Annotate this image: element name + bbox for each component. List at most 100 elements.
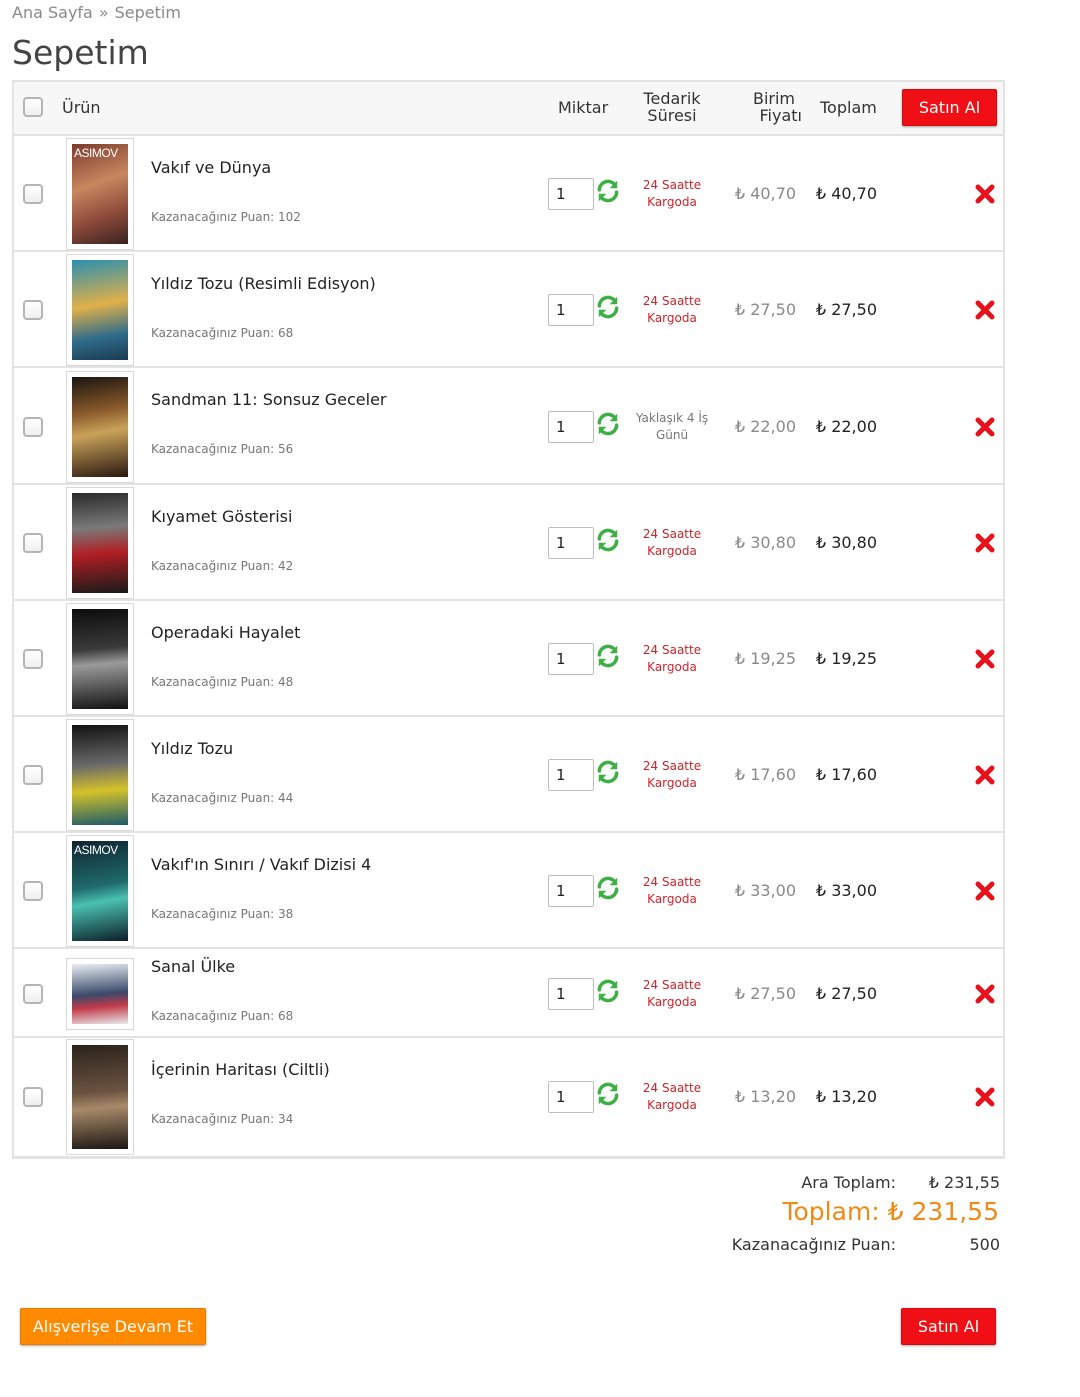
buy-button-bottom[interactable]: Satın Al <box>901 1308 996 1345</box>
book-cover-image[interactable] <box>66 371 134 483</box>
item-checkbox[interactable] <box>23 984 43 1004</box>
delete-x-icon[interactable] <box>974 299 996 321</box>
refresh-icon[interactable] <box>595 294 621 320</box>
item-points: Kazanacağınız Puan: 68 <box>151 326 294 340</box>
shipping-time: 24 Saatte Kargoda <box>628 1080 716 1114</box>
delete-x-icon[interactable] <box>974 648 996 670</box>
book-cover-image[interactable]: ASIMOV <box>66 138 134 250</box>
item-checkbox[interactable] <box>23 881 43 901</box>
item-points: Kazanacağınız Puan: 68 <box>151 1009 294 1023</box>
line-total: ₺ 27,50 <box>815 300 877 319</box>
book-cover-image[interactable] <box>66 1039 134 1155</box>
quantity-input[interactable] <box>548 875 594 907</box>
quantity-input[interactable] <box>548 978 594 1010</box>
subtotal-label: Ara Toplam: <box>801 1173 896 1192</box>
item-name-link[interactable]: Sandman 11: Sonsuz Geceler <box>151 390 387 409</box>
continue-shopping-button[interactable]: Alışverişe Devam Et <box>20 1308 206 1345</box>
book-cover-image[interactable] <box>66 719 134 831</box>
unit-price: ₺ 30,80 <box>734 533 796 552</box>
quantity-input[interactable] <box>548 1081 594 1113</box>
book-cover-image[interactable] <box>66 254 134 366</box>
item-points: Kazanacağınız Puan: 34 <box>151 1112 294 1126</box>
item-points: Kazanacağınız Puan: 44 <box>151 791 294 805</box>
shipping-line1: 24 Saatte <box>642 875 702 889</box>
refresh-icon[interactable] <box>595 527 621 553</box>
quantity-input[interactable] <box>548 411 594 443</box>
shipping-line1: 24 Saatte <box>642 1081 702 1095</box>
refresh-icon[interactable] <box>595 759 621 785</box>
item-name-link[interactable]: Kıyamet Gösterisi <box>151 507 292 526</box>
shipping-line1: 24 Saatte <box>642 978 702 992</box>
item-checkbox[interactable] <box>23 1087 43 1107</box>
book-cover-image[interactable] <box>66 603 134 715</box>
item-checkbox[interactable] <box>23 649 43 669</box>
line-total: ₺ 19,25 <box>815 649 877 668</box>
refresh-icon[interactable] <box>595 978 621 1004</box>
table-row: Kıyamet Gösterisi Kazanacağınız Puan: 42… <box>14 485 1003 601</box>
page-title: Sepetim <box>12 33 149 72</box>
refresh-icon[interactable] <box>595 1081 621 1107</box>
buy-button-top[interactable]: Satın Al <box>902 89 997 126</box>
shipping-time: 24 Saatte Kargoda <box>628 758 716 792</box>
item-name-link[interactable]: Operadaki Hayalet <box>151 623 300 642</box>
item-points: Kazanacağınız Puan: 48 <box>151 675 294 689</box>
quantity-input[interactable] <box>548 759 594 791</box>
cart-table: Ürün Miktar Tedarik Süresi Birim Fiyatı … <box>12 80 1005 1159</box>
delete-x-icon[interactable] <box>974 1086 996 1108</box>
book-cover-art <box>72 377 128 477</box>
select-all-checkbox[interactable] <box>23 97 43 117</box>
delete-x-icon[interactable] <box>974 532 996 554</box>
refresh-icon[interactable] <box>595 178 621 204</box>
unit-price: ₺ 27,50 <box>734 984 796 1003</box>
item-name-link[interactable]: İçerinin Haritası (Ciltli) <box>151 1060 330 1079</box>
table-row: Yıldız Tozu (Resimli Edisyon) Kazanacağı… <box>14 252 1003 368</box>
refresh-icon[interactable] <box>595 411 621 437</box>
shipping-line1: Yaklaşık 4 İş <box>635 411 709 425</box>
unit-price: ₺ 27,50 <box>734 300 796 319</box>
line-total: ₺ 40,70 <box>815 184 877 203</box>
book-cover-art <box>72 725 128 825</box>
header-total: Toplam <box>820 98 877 117</box>
delete-x-icon[interactable] <box>974 764 996 786</box>
header-supply-time: Tedarik Süresi <box>634 90 710 124</box>
quantity-input[interactable] <box>548 178 594 210</box>
breadcrumb-current: Sepetim <box>114 3 181 22</box>
item-points: Kazanacağınız Puan: 56 <box>151 442 294 456</box>
shipping-line2: Günü <box>655 428 689 442</box>
item-name-link[interactable]: Yıldız Tozu (Resimli Edisyon) <box>151 274 376 293</box>
shipping-line2: Kargoda <box>647 195 697 209</box>
item-checkbox[interactable] <box>23 417 43 437</box>
shipping-time: 24 Saatte Kargoda <box>628 177 716 211</box>
item-name-link[interactable]: Vakıf'ın Sınırı / Vakıf Dizisi 4 <box>151 855 371 874</box>
delete-x-icon[interactable] <box>974 880 996 902</box>
header-supply-line1: Tedarik <box>643 89 701 108</box>
line-total: ₺ 33,00 <box>815 881 877 900</box>
item-name-link[interactable]: Vakıf ve Dünya <box>151 158 271 177</box>
quantity-input[interactable] <box>548 643 594 675</box>
book-cover-image[interactable] <box>66 958 134 1030</box>
item-checkbox[interactable] <box>23 184 43 204</box>
delete-x-icon[interactable] <box>974 183 996 205</box>
delete-x-icon[interactable] <box>974 416 996 438</box>
book-cover-image[interactable]: ASIMOV <box>66 835 134 947</box>
refresh-icon[interactable] <box>595 875 621 901</box>
quantity-input[interactable] <box>548 294 594 326</box>
book-cover-image[interactable] <box>66 487 134 599</box>
item-points: Kazanacağınız Puan: 102 <box>151 210 301 224</box>
unit-price: ₺ 13,20 <box>734 1087 796 1106</box>
table-row: Operadaki Hayalet Kazanacağınız Puan: 48… <box>14 601 1003 717</box>
breadcrumb: Ana Sayfa » Sepetim <box>12 3 181 22</box>
item-name-link[interactable]: Yıldız Tozu <box>151 739 233 758</box>
item-checkbox[interactable] <box>23 765 43 785</box>
delete-x-icon[interactable] <box>974 983 996 1005</box>
shipping-line2: Kargoda <box>647 660 697 674</box>
item-name-link[interactable]: Sanal Ülke <box>151 957 235 976</box>
unit-price: ₺ 33,00 <box>734 881 796 900</box>
book-cover-art <box>72 260 128 360</box>
item-checkbox[interactable] <box>23 533 43 553</box>
refresh-icon[interactable] <box>595 643 621 669</box>
shipping-time: 24 Saatte Kargoda <box>628 293 716 327</box>
quantity-input[interactable] <box>548 527 594 559</box>
item-checkbox[interactable] <box>23 300 43 320</box>
breadcrumb-home-link[interactable]: Ana Sayfa <box>12 3 93 22</box>
